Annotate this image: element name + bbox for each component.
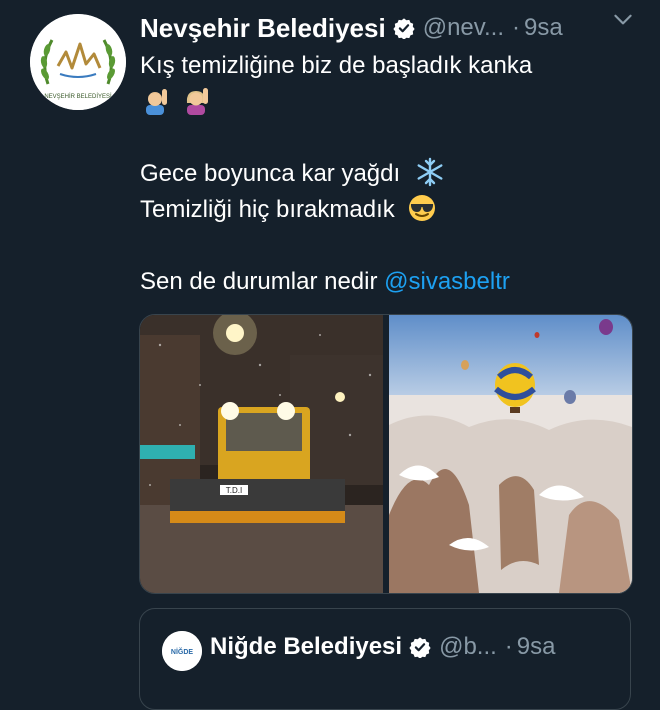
tweet-timestamp[interactable]: 9sa [524,14,563,42]
tweet-text-line: Sen de durumlar nedir [140,268,385,295]
svg-text:NİĞDE: NİĞDE [171,647,194,656]
nigde-logo-icon: NİĞDE [162,631,202,671]
author-avatar[interactable]: NEVŞEHİR BELEDİYESİ [30,14,126,110]
quoted-author-name[interactable]: Niğde Belediyesi [210,633,402,661]
tweet-text-line: Temizliği hiç bırakmadık [140,196,395,223]
snowflake-icon [415,157,445,187]
tweet-text-line-clean: Temizliği hiç bırakmadık [140,192,640,228]
tweet-text-line: Gece boyunca kar yağdı [140,160,401,187]
author-name[interactable]: Nevşehir Belediyesi [140,13,386,44]
mention-link[interactable]: @sivasbeltr [384,268,510,295]
chevron-down-icon[interactable] [610,6,636,37]
avatar-caption: NEVŞEHİR BELEDİYESİ [44,93,112,100]
tweet-text-line: Kış temizliğine biz de başladık kanka [140,52,533,79]
tweet-text-line-snow: Gece boyunca kar yağdı [140,156,640,192]
snow-plow-photo[interactable]: T.D.I [140,315,384,593]
quoted-tweet[interactable]: NİĞDE Niğde Belediyesi @b... · 9sa [139,608,631,710]
quoted-author-avatar[interactable]: NİĞDE [162,631,202,671]
sunglasses-face-icon [407,193,437,223]
tweet-emoji-line [140,84,640,120]
man-raising-hand-icon [140,85,170,115]
quoted-tweet-header: Niğde Belediyesi @b... · 9sa [210,633,556,661]
cappadocia-photo[interactable] [388,315,633,593]
quoted-author-handle[interactable]: @b... [439,633,497,661]
verified-badge-icon [409,636,431,658]
tweet-body: Kış temizliğine biz de başladık kanka Ge… [140,48,640,300]
tweet-header: Nevşehir Belediyesi @nev... · 9sa [140,8,650,48]
separator-dot: · [504,633,513,660]
author-handle[interactable]: @nev... [423,14,504,42]
tweet-media: T.D.I [139,314,633,594]
svg-text:T.D.I: T.D.I [226,486,242,495]
woman-raising-hand-icon [181,85,211,115]
quoted-tweet-timestamp[interactable]: 9sa [517,633,556,661]
tweet-text-line-mention: Sen de durumlar nedir @sivasbeltr [140,264,640,300]
separator-dot: · [511,14,520,41]
nevsehir-logo-icon: NEVŞEHİR BELEDİYESİ [30,14,126,110]
verified-badge-icon [393,17,415,39]
